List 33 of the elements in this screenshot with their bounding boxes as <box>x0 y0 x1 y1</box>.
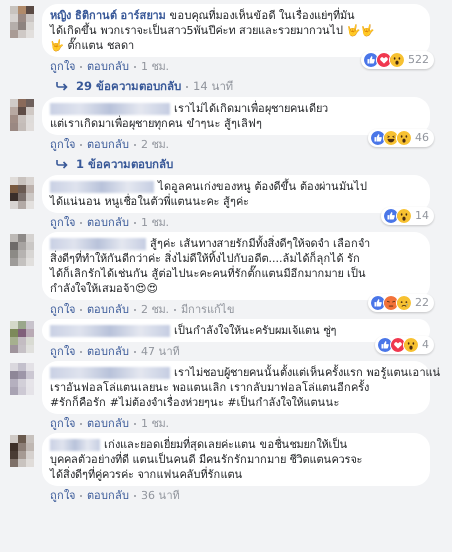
like-link[interactable]: ถูกใจ <box>50 302 75 317</box>
reply-link[interactable]: ตอบกลับ <box>87 488 129 503</box>
comment-text: เราไม่ชอบผู้ชายคนนั้นตั้งแต่เห็นครั้งแรก พอรู้แตนเอาแน่ เราอันฟอลโล่แตนเลยนะ พอแตนเลิก เรากลับมาฟอลโล่แตนอีกครั้ง #รักก็คือรัก #ไม่ต้องจำเรื่องห่วยๆนะ #เป็นกำลังใจให้แตนนะ <box>50 365 440 410</box>
reaction-count: 14 <box>415 208 429 224</box>
comment-text: ไดอูลคนเก่งของหนู ต้องดีขึ้น ต้องผ่านมันไป ได้แน่นอน หนูเชื่อในตัวพี่แตนนะคะ สู้ๆค่ะ <box>50 179 367 209</box>
like-link[interactable]: ถูกใจ <box>50 59 75 74</box>
reply-arrow-icon <box>56 160 68 169</box>
blurred-name <box>50 438 100 451</box>
reaction-count: 46 <box>415 130 429 146</box>
comment-text: หญิง ธิติกานต์ อาร์สยาม ขอบคุณที่มองเห็นข้อดี ในเรื่องแย่ๆที่มัน ได้เกิดขึ้น พวกเราจะเป็นสาว5พันปีค่ะท สวยและรวยมากวนไป 🤟🤟 🤟 ตั๊กแตน ชลดา <box>50 8 374 53</box>
reply-time: 14 นาที <box>193 79 234 94</box>
like-link[interactable]: ถูกใจ <box>50 344 75 359</box>
like-link[interactable]: ถูกใจ <box>50 416 75 431</box>
reply-link[interactable]: ตอบกลับ <box>87 344 129 359</box>
reply-arrow-icon <box>56 82 68 91</box>
comment-text: เก่งและยอดเยี่ยมที่สุดเลยค่ะแตน ขอชื่นชมยกให้เป็น บุคคลตัวอย่างที่ดี แตนเป็นคนดี มีคนรักรักมากมาย ชีวิตแตนควรจะ ได้สิ่งดีๆที่คู่ควรค่ะ จากแฟนคลับที่รักแตน <box>50 437 362 482</box>
reply-link[interactable]: ตอบกลับ <box>87 215 129 230</box>
reaction-count: 4 <box>422 336 429 352</box>
like-link[interactable]: ถูกใจ <box>50 488 75 503</box>
comment-text: เราไม่ได้เกิดมาเพื่อผุชายคนเดียว แต่เราเกิดมาเพื่อผุชายทุกคน ขำๆนะ สู้ๆเลิฟๆ <box>50 101 328 131</box>
reply-link[interactable]: ตอบกลับ <box>87 137 129 152</box>
reaction-count: 522 <box>408 52 429 68</box>
reaction-count: 22 <box>415 294 429 310</box>
comment-text: เป็นกำลังใจให้นะครับผมเจ้แตน ซู่ๆ <box>50 323 336 338</box>
view-replies-link[interactable]: 29 ข้อความตอบกลับ <box>76 79 182 94</box>
author-link[interactable]: หญิง ธิติกานต์ อาร์สยาม <box>50 9 166 22</box>
view-replies-link[interactable]: 1 ข้อความตอบกลับ <box>76 157 174 172</box>
like-link[interactable]: ถูกใจ <box>50 215 75 230</box>
like-link[interactable]: ถูกใจ <box>50 137 75 152</box>
reply-link[interactable]: ตอบกลับ <box>87 59 129 74</box>
comment-text: สู้ๆค่ะ เส้นทางสายรักมีทั้งสิ่งดีๆให้จดจำ เลือกจำ สิ่งดีๆที่ทำให้กันดีกว่าค่ะ สิ่งไม่ดีให้ทิ้งไปกับอดีต....ล้มได้ก็ลุกได้ รัก ได้ก็เลิกรักได้เช่นกัน สู้ต่อไปนะคะคนที่รักตั๊กแตนมีอีกมากมาย เป็น กำลังใจให้เสมอจ้า😍😍 <box>50 236 370 296</box>
reply-link[interactable]: ตอบกลับ <box>87 416 129 431</box>
reply-link[interactable]: ตอบกลับ <box>87 302 129 317</box>
